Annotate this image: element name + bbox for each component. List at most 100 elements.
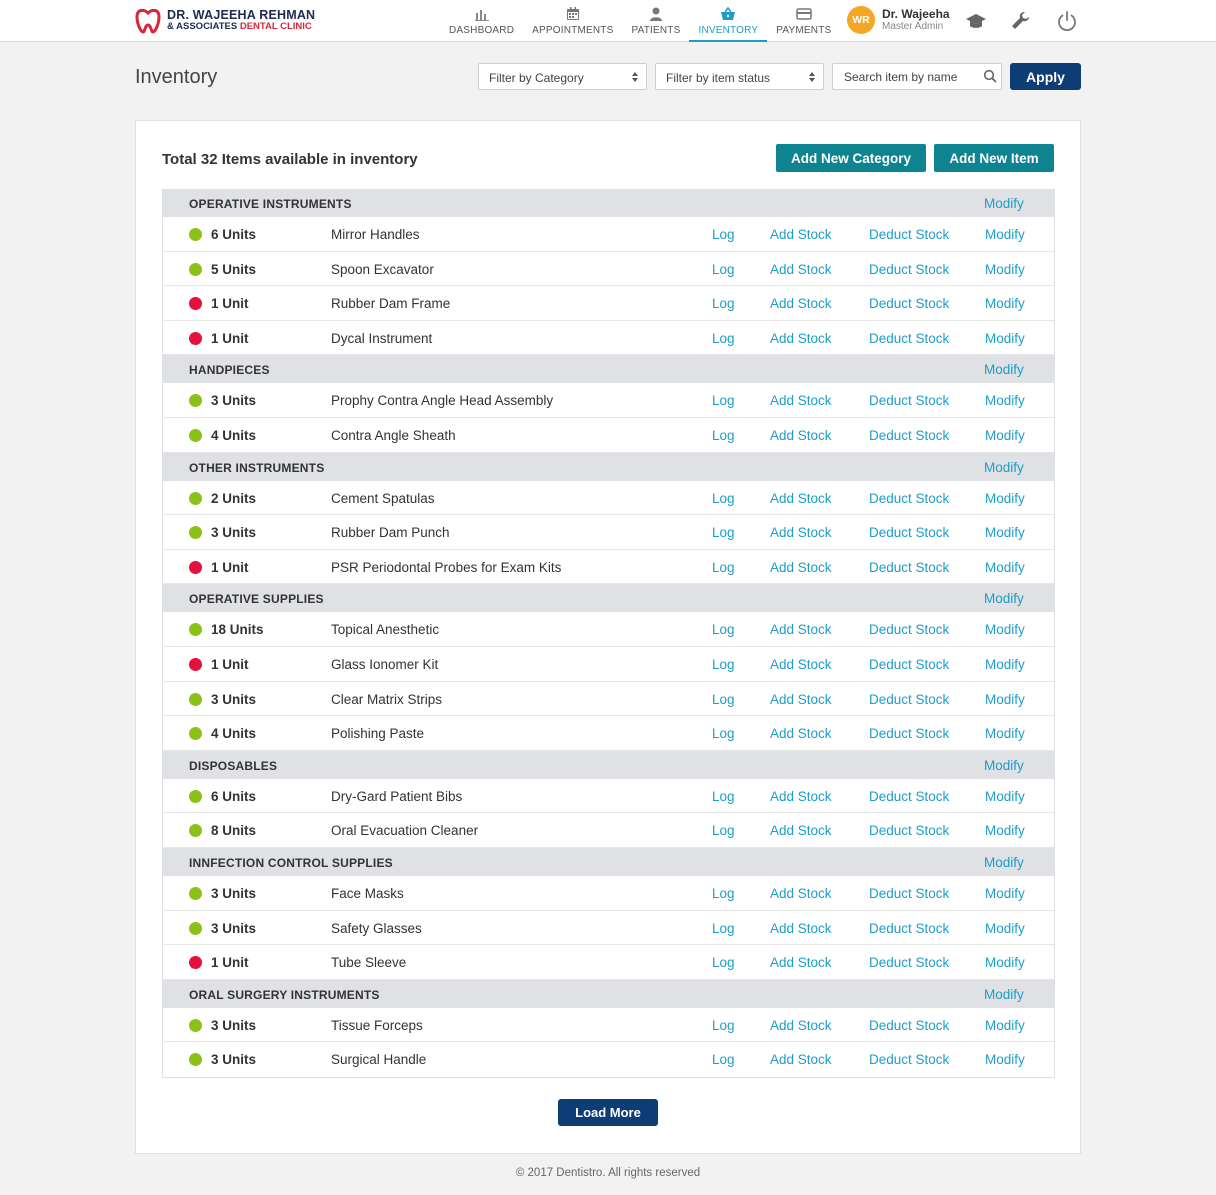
nav-dashboard[interactable]: DASHBOARD: [440, 0, 523, 42]
modify-item-link[interactable]: Modify: [985, 726, 1025, 741]
deduct-stock-link[interactable]: Deduct Stock: [869, 525, 949, 540]
add-stock-link[interactable]: Add Stock: [770, 657, 832, 672]
deduct-stock-link[interactable]: Deduct Stock: [869, 296, 949, 311]
power-icon[interactable]: [1056, 10, 1078, 32]
add-stock-link[interactable]: Add Stock: [770, 823, 832, 838]
modify-item-link[interactable]: Modify: [985, 262, 1025, 277]
deduct-stock-link[interactable]: Deduct Stock: [869, 227, 949, 242]
add-stock-link[interactable]: Add Stock: [770, 726, 832, 741]
nav-patients[interactable]: PATIENTS: [622, 0, 689, 42]
modify-category-link[interactable]: Modify: [984, 460, 1024, 475]
deduct-stock-link[interactable]: Deduct Stock: [869, 1018, 949, 1033]
add-stock-link[interactable]: Add Stock: [770, 491, 832, 506]
modify-item-link[interactable]: Modify: [985, 393, 1025, 408]
deduct-stock-link[interactable]: Deduct Stock: [869, 428, 949, 443]
modify-category-link[interactable]: Modify: [984, 987, 1024, 1002]
add-stock-link[interactable]: Add Stock: [770, 296, 832, 311]
add-stock-link[interactable]: Add Stock: [770, 789, 832, 804]
log-link[interactable]: Log: [712, 331, 735, 346]
add-stock-link[interactable]: Add Stock: [770, 227, 832, 242]
log-link[interactable]: Log: [712, 1018, 735, 1033]
log-link[interactable]: Log: [712, 789, 735, 804]
deduct-stock-link[interactable]: Deduct Stock: [869, 886, 949, 901]
log-link[interactable]: Log: [712, 921, 735, 936]
clinic-logo[interactable]: DR. WAJEEHA REHMAN & ASSOCIATES DENTAL C…: [134, 6, 315, 36]
deduct-stock-link[interactable]: Deduct Stock: [869, 921, 949, 936]
modify-item-link[interactable]: Modify: [985, 331, 1025, 346]
graduation-cap-icon[interactable]: [965, 10, 987, 32]
add-stock-link[interactable]: Add Stock: [770, 525, 832, 540]
add-stock-link[interactable]: Add Stock: [770, 886, 832, 901]
modify-item-link[interactable]: Modify: [985, 789, 1025, 804]
modify-item-link[interactable]: Modify: [985, 227, 1025, 242]
status-filter-select[interactable]: Filter by item status: [655, 63, 824, 90]
deduct-stock-link[interactable]: Deduct Stock: [869, 726, 949, 741]
deduct-stock-link[interactable]: Deduct Stock: [869, 657, 949, 672]
modify-item-link[interactable]: Modify: [985, 886, 1025, 901]
nav-payments[interactable]: PAYMENTS: [767, 0, 840, 42]
add-stock-link[interactable]: Add Stock: [770, 560, 832, 575]
add-stock-link[interactable]: Add Stock: [770, 262, 832, 277]
modify-item-link[interactable]: Modify: [985, 955, 1025, 970]
apply-button[interactable]: Apply: [1010, 63, 1081, 90]
add-stock-link[interactable]: Add Stock: [770, 428, 832, 443]
add-stock-link[interactable]: Add Stock: [770, 331, 832, 346]
deduct-stock-link[interactable]: Deduct Stock: [869, 1052, 949, 1067]
add-stock-link[interactable]: Add Stock: [770, 622, 832, 637]
modify-category-link[interactable]: Modify: [984, 758, 1024, 773]
deduct-stock-link[interactable]: Deduct Stock: [869, 393, 949, 408]
add-stock-link[interactable]: Add Stock: [770, 692, 832, 707]
deduct-stock-link[interactable]: Deduct Stock: [869, 622, 949, 637]
modify-item-link[interactable]: Modify: [985, 1052, 1025, 1067]
wrench-icon[interactable]: [1010, 10, 1032, 32]
modify-item-link[interactable]: Modify: [985, 921, 1025, 936]
log-link[interactable]: Log: [712, 692, 735, 707]
modify-category-link[interactable]: Modify: [984, 855, 1024, 870]
add-stock-link[interactable]: Add Stock: [770, 1018, 832, 1033]
load-more-button[interactable]: Load More: [558, 1099, 658, 1126]
log-link[interactable]: Log: [712, 296, 735, 311]
search-icon[interactable]: [983, 69, 997, 83]
add-item-button[interactable]: Add New Item: [934, 144, 1054, 172]
modify-category-link[interactable]: Modify: [984, 196, 1024, 211]
deduct-stock-link[interactable]: Deduct Stock: [869, 955, 949, 970]
add-stock-link[interactable]: Add Stock: [770, 955, 832, 970]
modify-category-link[interactable]: Modify: [984, 591, 1024, 606]
log-link[interactable]: Log: [712, 955, 735, 970]
category-filter-select[interactable]: Filter by Category: [478, 63, 647, 90]
modify-item-link[interactable]: Modify: [985, 525, 1025, 540]
log-link[interactable]: Log: [712, 491, 735, 506]
deduct-stock-link[interactable]: Deduct Stock: [869, 491, 949, 506]
log-link[interactable]: Log: [712, 428, 735, 443]
log-link[interactable]: Log: [712, 227, 735, 242]
user-menu[interactable]: WR Dr. Wajeeha Master Admin: [847, 6, 950, 34]
modify-category-link[interactable]: Modify: [984, 362, 1024, 377]
log-link[interactable]: Log: [712, 886, 735, 901]
log-link[interactable]: Log: [712, 1052, 735, 1067]
modify-item-link[interactable]: Modify: [985, 428, 1025, 443]
log-link[interactable]: Log: [712, 525, 735, 540]
log-link[interactable]: Log: [712, 560, 735, 575]
add-stock-link[interactable]: Add Stock: [770, 1052, 832, 1067]
deduct-stock-link[interactable]: Deduct Stock: [869, 560, 949, 575]
nav-appointments[interactable]: APPOINTMENTS: [523, 0, 622, 42]
add-stock-link[interactable]: Add Stock: [770, 921, 832, 936]
deduct-stock-link[interactable]: Deduct Stock: [869, 823, 949, 838]
log-link[interactable]: Log: [712, 657, 735, 672]
modify-item-link[interactable]: Modify: [985, 622, 1025, 637]
search-input[interactable]: [832, 63, 1002, 90]
modify-item-link[interactable]: Modify: [985, 491, 1025, 506]
modify-item-link[interactable]: Modify: [985, 1018, 1025, 1033]
modify-item-link[interactable]: Modify: [985, 560, 1025, 575]
log-link[interactable]: Log: [712, 262, 735, 277]
log-link[interactable]: Log: [712, 622, 735, 637]
deduct-stock-link[interactable]: Deduct Stock: [869, 789, 949, 804]
modify-item-link[interactable]: Modify: [985, 692, 1025, 707]
modify-item-link[interactable]: Modify: [985, 296, 1025, 311]
deduct-stock-link[interactable]: Deduct Stock: [869, 331, 949, 346]
nav-inventory[interactable]: INVENTORY: [689, 0, 768, 42]
log-link[interactable]: Log: [712, 823, 735, 838]
modify-item-link[interactable]: Modify: [985, 657, 1025, 672]
deduct-stock-link[interactable]: Deduct Stock: [869, 262, 949, 277]
modify-item-link[interactable]: Modify: [985, 823, 1025, 838]
